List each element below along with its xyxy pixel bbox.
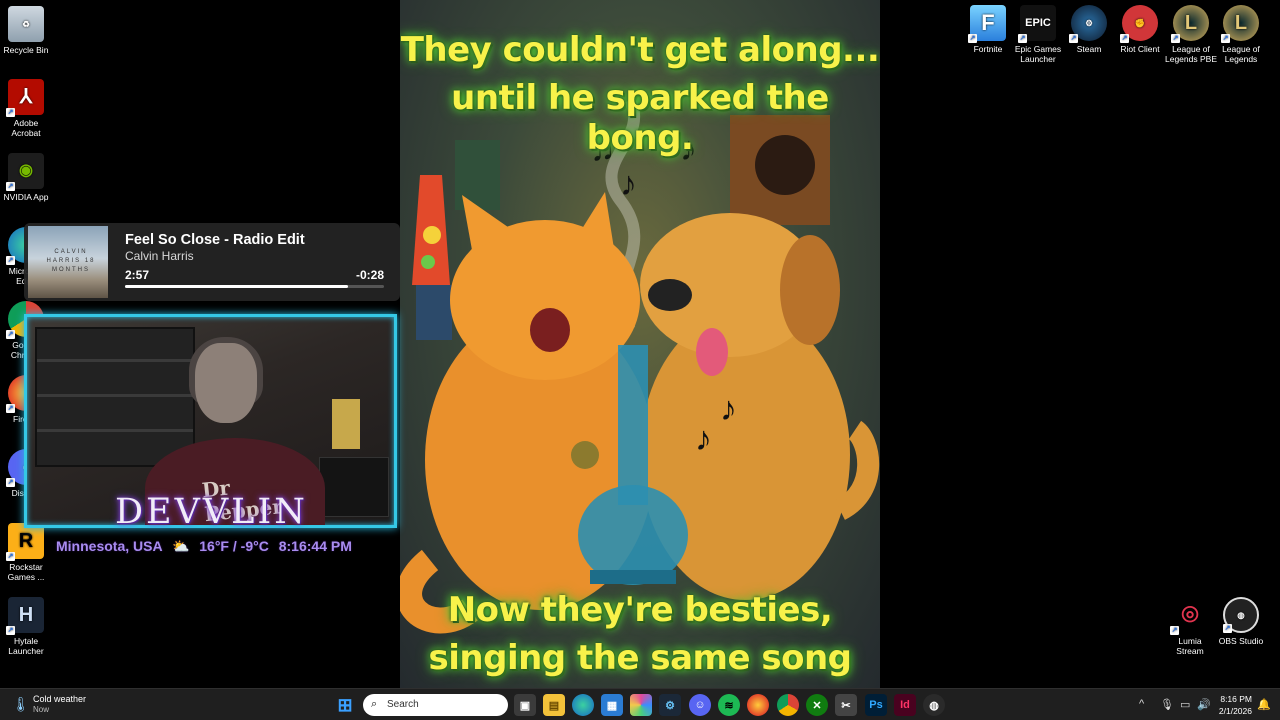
progress-bar[interactable]	[125, 285, 384, 288]
desktop-icon-epic-games[interactable]: EPIC ↗ Epic Games Launcher	[1012, 5, 1064, 64]
background-monitor	[319, 457, 389, 517]
photoshop-icon[interactable]: Ps	[865, 694, 887, 716]
caption-bottom-line2: singing the same song	[428, 638, 852, 678]
desktop-icon-steam[interactable]: ⚙ ↗ Steam	[1063, 5, 1115, 54]
desktop-icon-league[interactable]: L ↗ League of Legends	[1215, 5, 1267, 64]
xbox-icon[interactable]: ✕	[806, 694, 828, 716]
desktop-icon-label: Adobe Acrobat	[11, 118, 41, 138]
discord-taskbar-icon[interactable]: ☺	[689, 694, 711, 716]
obs-taskbar-icon[interactable]: ◍	[923, 694, 945, 716]
cloud-sun-icon: ⛅	[171, 538, 190, 554]
track-artist: Calvin Harris	[125, 249, 194, 263]
remaining-time: -0:28	[355, 268, 384, 282]
desktop-icon-label: Recycle Bin	[3, 45, 49, 55]
hytale-icon: H ↗	[6, 597, 44, 635]
adobe-acrobat-icon: ⅄ ↗	[6, 79, 44, 117]
notification-bell-icon[interactable]: 🔔	[1257, 698, 1271, 711]
track-title: Feel So Close - Radio Edit	[125, 232, 305, 248]
microphone-icon[interactable]: 🎙	[1160, 698, 1174, 711]
desktop-icon-adobe-acrobat[interactable]: ⅄ ↗ Adobe Acrobat	[0, 79, 52, 138]
elapsed-time: 2:57	[125, 268, 150, 282]
music-note-icon: ♪	[720, 390, 737, 428]
desktop-icon-label: NVIDIA App	[3, 192, 49, 202]
league-pbe-icon: L ↗	[1171, 5, 1209, 43]
steam-icon: ⚙ ↗	[1069, 5, 1107, 43]
desktop-icon-label: OBS Studio	[1218, 636, 1264, 646]
desktop-icon-league-pbe[interactable]: L ↗ League of Legends PBE	[1165, 5, 1217, 64]
taskbar: 🌡 Cold weather Now ⊞ ⌕ Search ▣ ▤ ▦ ⚙ ☺ …	[0, 688, 1280, 720]
desktop-icon-label: League of Legends	[1222, 44, 1260, 64]
chrome-taskbar-icon[interactable]	[777, 694, 799, 716]
music-note-icon: ♪	[695, 420, 712, 458]
desktop-icon-recycle-bin[interactable]: ♻ Recycle Bin	[0, 6, 52, 55]
desktop-icon-lumia-stream[interactable]: ⌾ ↗ Lumia Stream	[1164, 597, 1216, 656]
rockstar-icon: R ↗	[6, 523, 44, 561]
desktop-icon-label: Hytale Launcher	[8, 636, 44, 656]
league-icon: L ↗	[1221, 5, 1259, 43]
lumia-stream-icon: ⌾ ↗	[1170, 599, 1199, 635]
network-icon[interactable]: ▭	[1180, 698, 1190, 711]
desktop-icon-fortnite[interactable]: F ↗ Fortnite	[962, 5, 1014, 54]
file-explorer-icon[interactable]: ▤	[543, 694, 565, 716]
desktop-icon-label: League of Legends PBE	[1165, 44, 1217, 64]
streamer-brand-logo: DEVVLIN	[115, 492, 308, 532]
album-cover-text: CALVIN HARRIS 18 MONTHS	[46, 249, 96, 273]
chevron-up-icon[interactable]: ^	[1139, 698, 1144, 710]
taskbar-search[interactable]: ⌕ Search	[363, 694, 508, 716]
wallpaper-artwork: ♫ ♪ ♪ ♪ ♪ They couldn't get along... unt…	[400, 0, 880, 688]
clock-time: 8:16 PM	[1220, 694, 1252, 704]
store-icon[interactable]: ▦	[601, 694, 623, 716]
search-label: Search	[387, 699, 419, 710]
clock-date: 2/1/2026	[1218, 706, 1252, 716]
start-windows-icon[interactable]: ⊞	[334, 694, 356, 716]
weather-widget-sub: Now	[33, 705, 50, 714]
weather-widget-title: Cold weather	[33, 694, 87, 704]
snipping-tool-icon[interactable]: ✂	[835, 694, 857, 716]
riot-client-icon: ✊ ↗	[1120, 5, 1158, 43]
edge-taskbar-icon[interactable]	[572, 694, 594, 716]
steam-taskbar-icon[interactable]: ⚙	[659, 694, 681, 716]
caption-bottom-line1: Now they're besties,	[447, 590, 833, 630]
fortnite-icon: F ↗	[968, 5, 1006, 43]
weather-location: Minnesota, USA	[56, 538, 163, 554]
desktop-icon-riot-client[interactable]: ✊ ↗ Riot Client	[1114, 5, 1166, 54]
weather-time: 8:16:44 PM	[278, 538, 352, 554]
nvidia-icon: ◉ ↗	[6, 153, 44, 191]
desktop-icon-label: Lumia Stream	[1176, 636, 1204, 656]
obs-studio-icon: ◍ ↗	[1223, 597, 1259, 633]
caption-top-line1: They couldn't get along...	[400, 30, 880, 70]
thermometer-icon: 🌡	[12, 696, 30, 712]
desktop-icon-obs-studio[interactable]: ◍ ↗ OBS Studio	[1215, 597, 1267, 646]
caption-top-line2: until he sparked the bong.	[451, 78, 829, 158]
now-playing-widget[interactable]: CALVIN HARRIS 18 MONTHS Feel So Close - …	[24, 223, 400, 301]
epic-games-icon: EPIC ↗	[1018, 5, 1056, 43]
search-icon: ⌕	[371, 698, 378, 710]
desktop-icon-label: Epic Games Launcher	[1014, 44, 1062, 64]
task-view-icon[interactable]: ▣	[514, 694, 536, 716]
indesign-icon[interactable]: Id	[894, 694, 916, 716]
recycle-bin-icon: ♻	[8, 6, 44, 42]
album-cover: CALVIN HARRIS 18 MONTHS	[28, 226, 108, 298]
desktop-icon-rockstar[interactable]: R ↗ Rockstar Games ...	[0, 523, 52, 582]
weather-temp: 16°F / -9°C	[199, 538, 269, 554]
desktop-icon-nvidia[interactable]: ◉ ↗ NVIDIA App	[0, 153, 52, 202]
taskbar-clock[interactable]: 8:16 PM 2/1/2026	[1219, 693, 1252, 717]
desktop-icon-label: Fortnite	[973, 44, 1003, 54]
spotify-icon[interactable]: ≋	[718, 694, 740, 716]
music-note-icon: ♪	[620, 165, 637, 203]
volume-icon[interactable]: 🔊	[1197, 698, 1211, 711]
desktop-icon-label: Riot Client	[1120, 44, 1160, 54]
bong	[618, 345, 648, 505]
copilot-icon[interactable]	[630, 694, 652, 716]
background-box	[332, 399, 360, 449]
desktop-icon-label: Steam	[1076, 44, 1102, 54]
firefox-taskbar-icon[interactable]	[747, 694, 769, 716]
desktop-icon-hytale[interactable]: H ↗ Hytale Launcher	[0, 597, 52, 656]
desktop-icon-label: Rockstar Games ...	[7, 562, 45, 582]
progress-fill	[125, 285, 348, 288]
weather-overlay: Minnesota, USA ⛅ 16°F / -9°C 8:16:44 PM	[56, 538, 352, 555]
